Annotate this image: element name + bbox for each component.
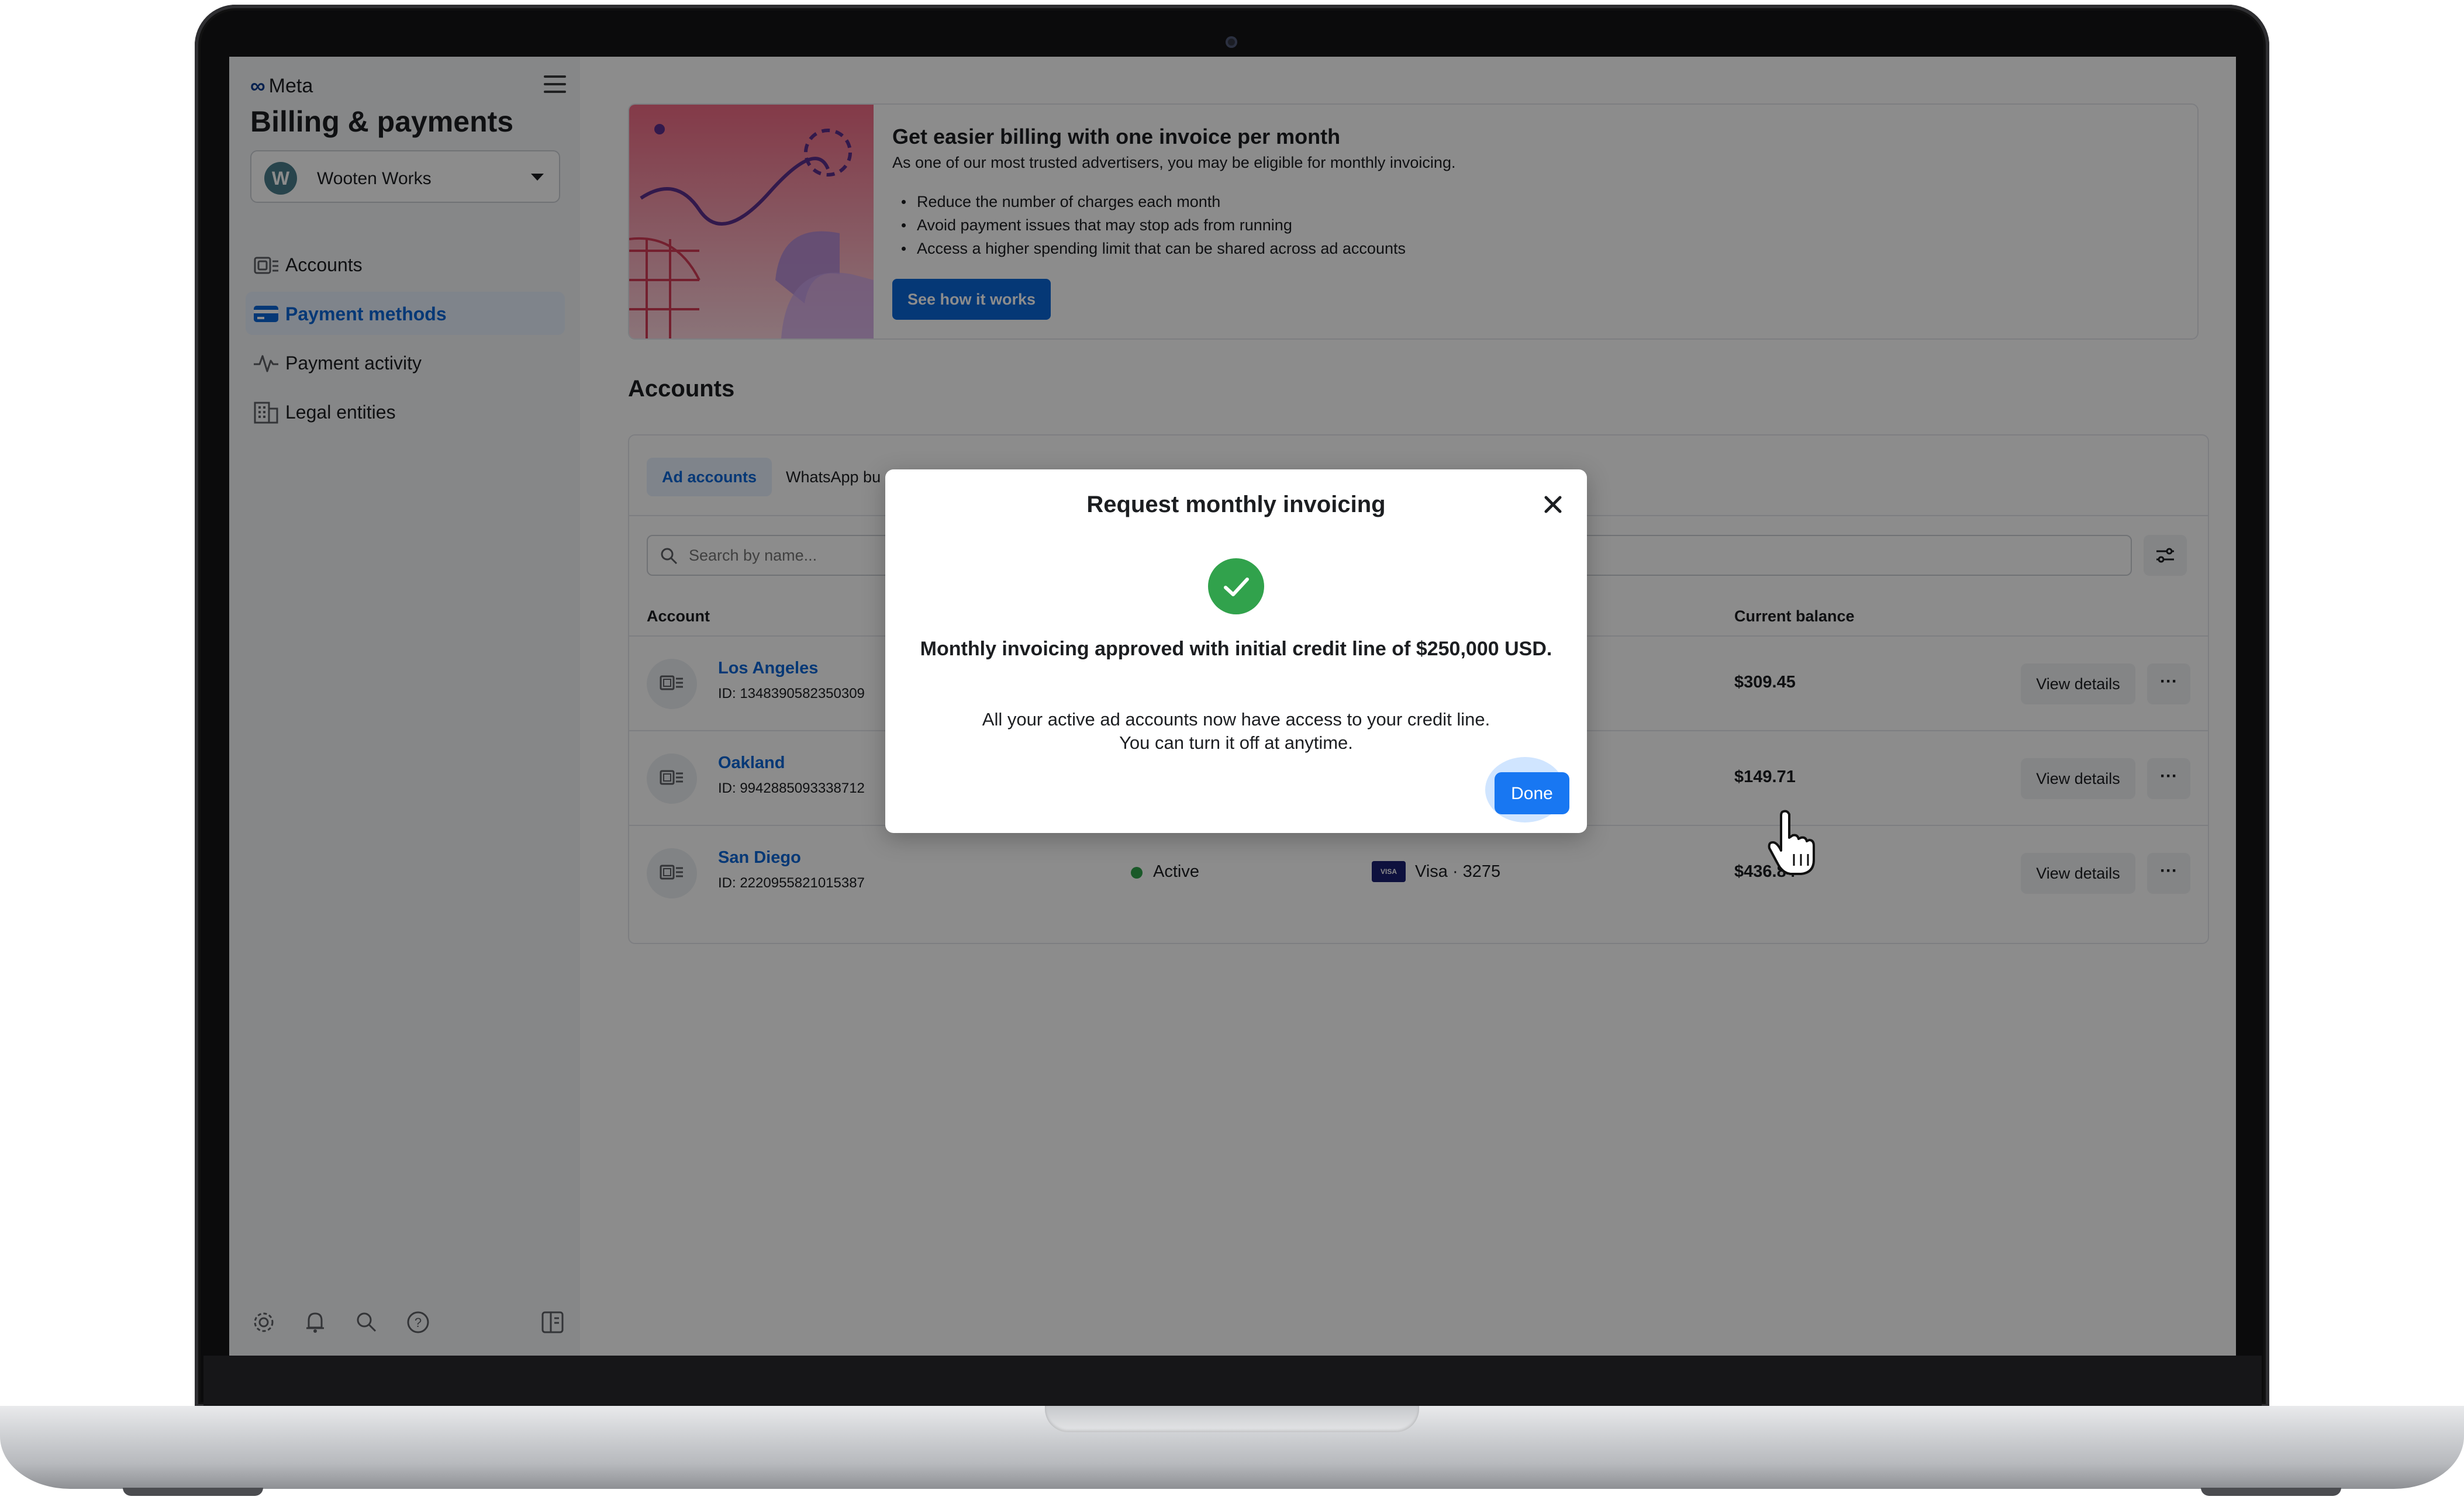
app-screen: ∞ Meta Billing & payments W Wooten Works…: [229, 57, 2236, 1356]
approval-message: Monthly invoicing approved with initial …: [920, 638, 1552, 660]
dialog-body: All your active ad accounts now have acc…: [885, 708, 1587, 755]
dialog-body-line: All your active ad accounts now have acc…: [982, 709, 1490, 730]
request-monthly-invoicing-dialog: Request monthly invoicing Monthly invoic…: [885, 469, 1587, 833]
screen-bezel: [203, 1356, 2262, 1406]
camera: [1226, 36, 1237, 48]
close-icon[interactable]: [1539, 490, 1567, 519]
laptop-foot-right: [2201, 1488, 2341, 1496]
done-button[interactable]: Done: [1495, 772, 1569, 814]
success-check-icon: [1208, 558, 1264, 614]
dialog-title: Request monthly invoicing: [1086, 492, 1386, 517]
dialog-body-line: You can turn it off at anytime.: [1119, 732, 1353, 753]
hand-pointer-cursor-icon: [1768, 810, 1815, 875]
laptop-foot-left: [123, 1488, 263, 1496]
laptop-notch: [1045, 1406, 1419, 1432]
